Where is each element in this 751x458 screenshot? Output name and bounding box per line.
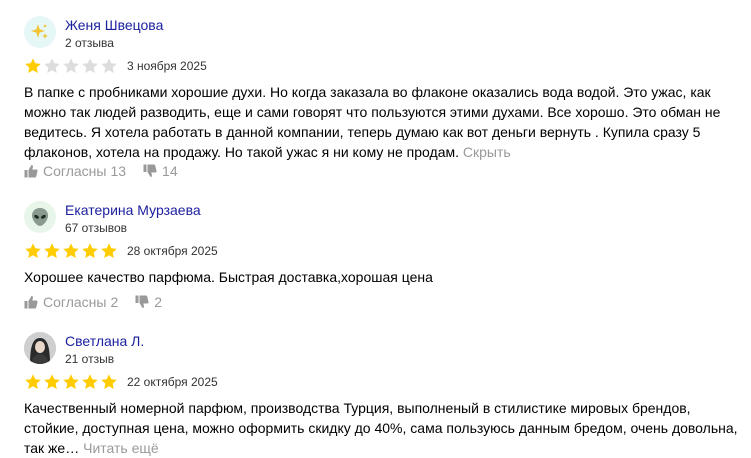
- thumbs-down-icon: [143, 164, 157, 177]
- review-date: 3 ноября 2025: [127, 59, 207, 73]
- star-filled-icon: [44, 374, 60, 389]
- user-photo: [24, 332, 56, 364]
- author-name[interactable]: Екатерина Мурзаева: [65, 201, 201, 219]
- author-avatar[interactable]: [24, 201, 56, 233]
- star-empty-icon: [63, 58, 79, 73]
- rating-row: 3 ноября 2025: [24, 57, 207, 75]
- star-empty-icon: [82, 58, 98, 73]
- review-date: 28 октября 2025: [127, 244, 218, 258]
- author-name[interactable]: Светлана Л.: [65, 332, 144, 350]
- author-reviews-count: 2 отзыва: [65, 36, 114, 50]
- star-rating: [24, 242, 118, 260]
- star-rating: [24, 57, 118, 75]
- disagree-count: 14: [162, 163, 178, 179]
- star-filled-icon: [82, 243, 98, 258]
- star-filled-icon: [101, 374, 117, 389]
- rating-row: 28 октября 2025: [24, 242, 218, 260]
- thumbs-up-icon: [24, 165, 38, 178]
- star-filled-icon: [101, 243, 117, 258]
- star-filled-icon: [25, 374, 41, 389]
- star-empty-icon: [44, 58, 60, 73]
- star-filled-icon: [63, 374, 79, 389]
- disagree-button[interactable]: 14: [143, 163, 178, 179]
- review-body: Хорошее качество парфюма. Быстрая достав…: [24, 269, 433, 285]
- star-rating: [24, 373, 118, 391]
- author-avatar[interactable]: [24, 332, 56, 364]
- review-date: 22 октября 2025: [127, 375, 218, 389]
- author-reviews-count: 67 отзывов: [65, 221, 128, 235]
- alien-icon: [32, 208, 48, 226]
- agree-label: Согласны: [43, 294, 107, 310]
- author-reviews-count: 21 отзыв: [65, 352, 115, 366]
- review-text: Хорошее качество парфюма. Быстрая достав…: [24, 267, 739, 287]
- review-reactions: Согласны 2 2: [24, 293, 162, 311]
- star-filled-icon: [82, 374, 98, 389]
- agree-count: 13: [110, 163, 127, 179]
- author-avatar[interactable]: [24, 16, 56, 48]
- disagree-count: 2: [154, 294, 163, 310]
- star-filled-icon: [63, 243, 79, 258]
- agree-button[interactable]: Согласны 13: [24, 163, 126, 179]
- review-text: Качественный номерной парфюм, производст…: [24, 398, 739, 458]
- review-card: Светлана Л. 21 отзыв 22 октября 2025 Кач…: [24, 332, 739, 456]
- star-filled-icon: [25, 243, 41, 258]
- thumbs-up-icon: [24, 296, 38, 309]
- rating-row: 22 октября 2025: [24, 373, 218, 391]
- review-card: Екатерина Мурзаева 67 отзывов 28 октября…: [24, 201, 739, 311]
- star-filled-icon: [44, 243, 60, 258]
- sparkle-icon: [31, 24, 48, 39]
- agree-button[interactable]: Согласны 2: [24, 294, 118, 310]
- disagree-button[interactable]: 2: [135, 294, 162, 310]
- read-more-link[interactable]: Читать ещё: [83, 440, 159, 456]
- review-reactions: Согласны 13 14: [24, 162, 178, 180]
- collapse-link[interactable]: Скрыть: [463, 144, 511, 160]
- agree-count: 2: [110, 294, 119, 310]
- star-filled-icon: [25, 58, 41, 73]
- thumbs-down-icon: [135, 295, 149, 308]
- review-card: Женя Швецова 2 отзыва 3 ноября 2025 В па…: [24, 16, 739, 186]
- star-empty-icon: [101, 58, 117, 73]
- author-name[interactable]: Женя Швецова: [65, 16, 163, 34]
- review-text: В папке с пробниками хорошие духи. Но ко…: [24, 82, 739, 162]
- review-body: В папке с пробниками хорошие духи. Но ко…: [24, 84, 721, 160]
- agree-label: Согласны: [43, 163, 107, 179]
